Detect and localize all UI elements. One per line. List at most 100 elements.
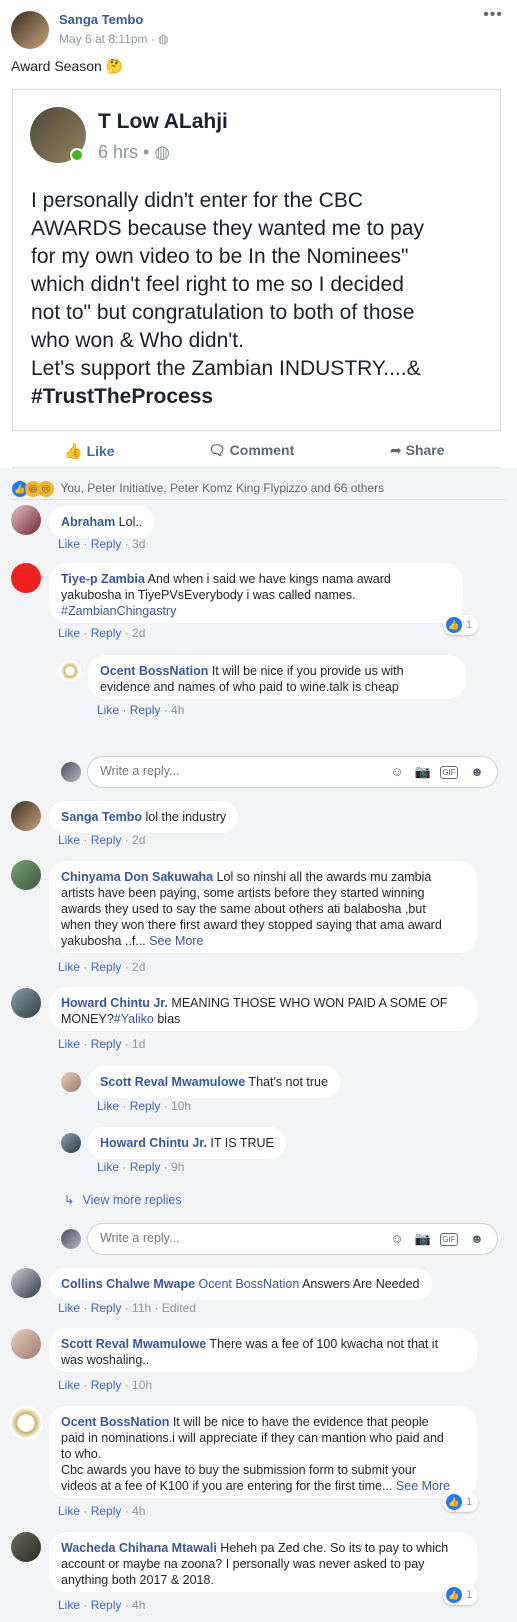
like-button[interactable]: 👍 Like [64, 442, 115, 460]
comment-like-link[interactable]: Like [58, 1301, 80, 1315]
commenter-avatar[interactable] [61, 1133, 81, 1153]
reply-input[interactable] [100, 764, 370, 778]
share-icon: ➦ [390, 442, 402, 458]
comment-actions: Like · Reply · 1d [58, 1037, 146, 1051]
divider [12, 499, 505, 500]
commenter-avatar[interactable] [11, 988, 41, 1018]
sad-reaction-icon: 😢 [38, 481, 54, 497]
commenter-avatar[interactable] [11, 1268, 41, 1298]
comment-actions: Like · Reply · 2d [58, 960, 146, 974]
reply-input[interactable] [100, 1231, 370, 1245]
reply-reply-link[interactable]: Reply [130, 703, 161, 717]
post-text: Award Season 🤔 [11, 58, 124, 74]
reply-reply-link[interactable]: Reply [130, 1160, 161, 1174]
current-user-avatar [61, 1229, 81, 1249]
commenter-avatar[interactable] [9, 1406, 43, 1440]
gif-icon[interactable]: GIF [440, 1233, 458, 1246]
online-indicator [70, 148, 84, 162]
like-reaction-icon: 👍 [446, 1587, 462, 1603]
thumbs-up-icon: 👍 [64, 443, 83, 460]
hashtag-link[interactable]: #Yaliko [114, 1012, 154, 1026]
comment-bubble: Tiye-p Zambia And when i said we have ki… [49, 563, 463, 623]
mention-link[interactable]: Ocent BossNation [195, 1277, 300, 1291]
comment-reply-link[interactable]: Reply [91, 1037, 122, 1051]
comment-icon: 🗨 [208, 442, 226, 458]
reply-actions: Like · Reply · 4h [97, 703, 185, 717]
comment-bubble: Chinyama Don Sakuwaha Lol so ninshi all … [49, 861, 477, 953]
reply-reply-link[interactable]: Reply [130, 1099, 161, 1113]
see-more-link[interactable]: See More [149, 934, 203, 948]
sticker-icon[interactable]: ☻ [468, 764, 486, 780]
shared-post-text: I personally didn't enter for the CBC AW… [31, 189, 424, 408]
reply-box[interactable]: ☺ 📷 GIF ☻ [87, 1223, 498, 1255]
reactions-summary[interactable]: 👍 😆 😢 You, Peter Initiative, Peter Komz Ki… [12, 481, 384, 497]
gif-icon[interactable]: GIF [440, 766, 458, 779]
reply-actions: Like · Reply · 9h [97, 1160, 185, 1174]
hashtag-link[interactable]: #TrustTheProcess [31, 385, 213, 408]
reply-bubble: Howard Chintu Jr. IT IS TRUE [88, 1127, 286, 1159]
comment-reply-link[interactable]: Reply [91, 1598, 122, 1612]
reply-bubble: Ocent BossNation It will be nice if you … [88, 655, 466, 699]
comment-reaction-count[interactable]: 👍 1 [443, 615, 479, 635]
current-user-avatar [61, 762, 81, 782]
comment-bubble: Sanga Tembo lol the industry [49, 801, 239, 833]
shared-post[interactable]: T Low ALahji 6 hrs • ◍ I personally didn… [12, 89, 501, 431]
emoji-icon[interactable]: ☺ [388, 1231, 406, 1247]
comment-actions: Like · Reply · 11h · Edited [58, 1301, 196, 1315]
reply-actions: Like · Reply · 10h [97, 1099, 192, 1113]
comment-reply-link[interactable]: Reply [91, 626, 122, 640]
comment-reply-link[interactable]: Reply [91, 537, 122, 551]
post-author-avatar[interactable] [11, 11, 49, 49]
sticker-icon[interactable]: ☻ [468, 1231, 486, 1247]
share-button[interactable]: ➦ Share [390, 442, 445, 459]
comment-like-link[interactable]: Like [58, 1504, 80, 1518]
emoji-icon[interactable]: ☺ [388, 764, 406, 780]
shared-timestamp[interactable]: 6 hrs • ◍ [98, 142, 170, 163]
commenter-avatar[interactable] [11, 801, 41, 831]
comment-actions: Like · Reply · 3d [58, 537, 146, 551]
reply-like-link[interactable]: Like [97, 703, 119, 717]
comment-like-link[interactable]: Like [58, 960, 80, 974]
reply-like-link[interactable]: Like [97, 1099, 119, 1113]
comment-like-link[interactable]: Like [58, 1598, 80, 1612]
commenter-avatar[interactable] [61, 1072, 81, 1092]
see-more-link[interactable]: See More [396, 1479, 450, 1493]
post-timestamp[interactable]: May 6 at 8:11pm · ◍ [59, 32, 169, 46]
comment-reaction-count[interactable]: 👍 1 [443, 1585, 479, 1605]
reply-arrow-icon: ↳ [64, 1193, 75, 1207]
comment-reply-link[interactable]: Reply [91, 833, 122, 847]
comment-bubble: Ocent BossNation It will be nice to have… [49, 1406, 477, 1498]
commenter-avatar[interactable] [59, 660, 81, 682]
comment-like-link[interactable]: Like [58, 833, 80, 847]
commenter-avatar[interactable] [11, 860, 41, 890]
comment-bubble: Scott Reval Mwamulowe There was a fee of… [49, 1328, 477, 1372]
comment-reply-link[interactable]: Reply [91, 1378, 122, 1392]
comment-button[interactable]: 🗨 Comment [208, 442, 294, 459]
comment-reply-link[interactable]: Reply [91, 960, 122, 974]
commenter-avatar[interactable] [11, 505, 41, 535]
comment-like-link[interactable]: Like [58, 1378, 80, 1392]
comment-bubble: Abraham Lol.. [49, 506, 155, 538]
commenter-avatar[interactable] [11, 1329, 41, 1359]
commenter-avatar[interactable] [11, 563, 41, 593]
camera-icon[interactable]: 📷 [414, 764, 432, 780]
reply-box[interactable]: ☺ 📷 GIF ☻ [87, 756, 498, 788]
reply-bubble: Scott Reval Mwamulowe That's not true [88, 1066, 340, 1098]
reply-like-link[interactable]: Like [97, 1160, 119, 1174]
view-more-replies[interactable]: ↳ View more replies [64, 1192, 182, 1207]
comment-reply-link[interactable]: Reply [91, 1504, 122, 1518]
comment-reply-link[interactable]: Reply [91, 1301, 122, 1315]
like-reaction-icon: 👍 [446, 617, 462, 633]
globe-icon: ◍ [154, 142, 171, 162]
more-options-icon[interactable]: ••• [483, 6, 503, 24]
commenter-avatar[interactable] [11, 1532, 41, 1562]
shared-author-name[interactable]: T Low ALahji [98, 110, 228, 134]
comment-reaction-count[interactable]: 👍 1 [443, 1492, 479, 1512]
camera-icon[interactable]: 📷 [414, 1231, 432, 1247]
post-author-name[interactable]: Sanga Tembo [59, 12, 143, 27]
comment-bubble: Collins Chalwe Mwape Ocent BossNation An… [49, 1268, 432, 1300]
comment-like-link[interactable]: Like [58, 1037, 80, 1051]
comment-like-link[interactable]: Like [58, 626, 80, 640]
comment-like-link[interactable]: Like [58, 537, 80, 551]
hashtag-link[interactable]: #ZambianChingastry [61, 603, 451, 619]
